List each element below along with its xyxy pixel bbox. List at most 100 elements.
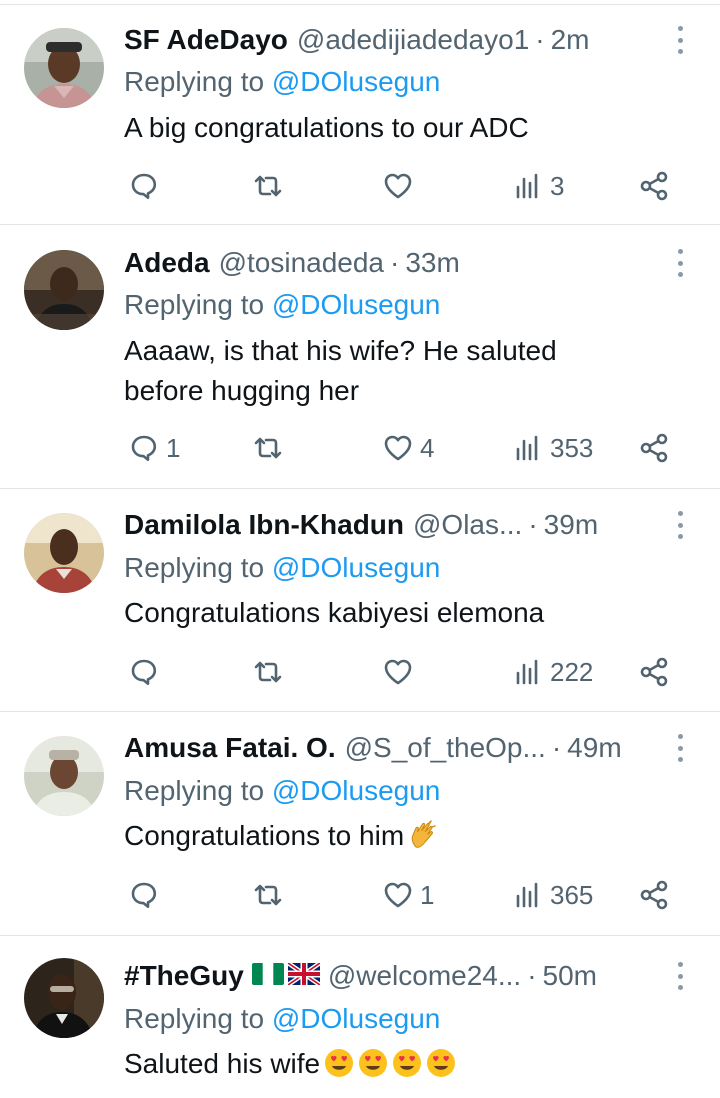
heart-eyes-emoji — [426, 1048, 456, 1078]
user-handle[interactable]: @S_of_theOp... — [345, 728, 546, 768]
share-button[interactable] — [638, 166, 670, 206]
avatar[interactable] — [24, 28, 104, 108]
like-count: 4 — [420, 432, 435, 463]
tweet-text-content: Congratulations to him — [124, 820, 405, 851]
bar-chart-icon — [512, 879, 544, 911]
share-nodes-icon — [638, 170, 670, 202]
timestamp[interactable]: 49m — [567, 728, 621, 768]
display-name[interactable]: Adeda — [124, 243, 210, 283]
user-handle[interactable]: @adedijiadedayo1 — [297, 20, 529, 60]
like-button[interactable] — [382, 166, 420, 206]
heart-icon — [382, 432, 414, 464]
replying-to: Replying to @DOlusegun — [124, 285, 440, 325]
action-bar: 1 4 353 — [124, 428, 684, 468]
reply-tweet[interactable]: Adeda @tosinadeda · 33m Replying to @DOl… — [0, 225, 720, 488]
tweet-text-content: A big congratulations to our ADC — [124, 112, 529, 143]
mention-link[interactable]: @DOlusegun — [272, 289, 441, 320]
replying-to-label: Replying to — [124, 66, 265, 97]
tweet-text: Aaaaw, is that his wife? He saluted befo… — [124, 331, 614, 411]
display-name[interactable]: #TheGuy — [124, 956, 244, 996]
tweet-header: SF AdeDayo @adedijiadedayo1 · 2m — [124, 20, 650, 60]
user-handle[interactable]: @Olas... — [413, 505, 522, 545]
share-nodes-icon — [638, 656, 670, 688]
user-handle[interactable]: @welcome24... — [328, 956, 521, 996]
mention-link[interactable]: @DOlusegun — [272, 66, 441, 97]
timestamp[interactable]: 50m — [543, 956, 597, 996]
more-options-icon[interactable] — [670, 245, 690, 281]
bar-chart-icon — [512, 432, 544, 464]
reply-tweet[interactable]: #TheGuy @welcome24... · 50m Replying to … — [0, 936, 720, 1098]
nigeria-flag-emoji — [251, 956, 284, 996]
reply-tweet[interactable]: Amusa Fatai. O. @S_of_theOp... · 49m Rep… — [0, 712, 720, 935]
tweet-text-content: Congratulations kabiyesi elemona — [124, 597, 545, 628]
more-options-icon[interactable] — [670, 958, 690, 994]
heart-eyes-emoji — [324, 1048, 354, 1078]
replying-to: Replying to @DOlusegun — [124, 999, 440, 1039]
more-options-icon[interactable] — [670, 507, 690, 543]
like-count: 1 — [420, 879, 435, 910]
more-options-icon[interactable] — [670, 730, 690, 766]
reply-tweet[interactable]: SF AdeDayo @adedijiadedayo1 · 2m Replyin… — [0, 0, 720, 224]
tweet-text-content: Saluted his wife — [124, 1048, 321, 1079]
separator-dot: · — [535, 24, 545, 55]
more-options-icon[interactable] — [670, 22, 690, 58]
timestamp[interactable]: 2m — [551, 20, 590, 60]
tweet-header: Adeda @tosinadeda · 33m — [124, 243, 650, 283]
timestamp[interactable]: 33m — [405, 243, 459, 283]
like-button[interactable]: 4 — [382, 428, 434, 468]
share-button[interactable] — [638, 428, 670, 468]
views-button[interactable]: 3 — [512, 166, 564, 206]
tweet-text: A big congratulations to our ADC — [124, 108, 644, 148]
separator-dot: · — [390, 247, 400, 278]
timestamp[interactable]: 39m — [544, 505, 598, 545]
display-name[interactable]: Damilola Ibn-Khadun — [124, 505, 404, 545]
separator-dot: · — [528, 509, 538, 540]
reply-icon — [128, 432, 160, 464]
retweet-icon — [252, 170, 284, 202]
uk-flag-emoji — [286, 956, 322, 996]
mention-link[interactable]: @DOlusegun — [272, 775, 441, 806]
views-button[interactable]: 353 — [512, 428, 593, 468]
like-button[interactable]: 1 — [382, 875, 434, 915]
share-button[interactable] — [638, 875, 670, 915]
mention-link[interactable]: @DOlusegun — [272, 1003, 441, 1034]
retweet-button[interactable] — [252, 428, 290, 468]
reply-button[interactable] — [128, 166, 166, 206]
views-button[interactable]: 222 — [512, 652, 593, 692]
display-name[interactable]: Amusa Fatai. O. — [124, 728, 336, 768]
like-button[interactable] — [382, 652, 420, 692]
mention-link[interactable]: @DOlusegun — [272, 552, 441, 583]
tweet-text: Saluted his wife — [124, 1044, 644, 1084]
avatar[interactable] — [24, 736, 104, 816]
replying-to-label: Replying to — [124, 1003, 265, 1034]
retweet-button[interactable] — [252, 652, 290, 692]
bar-chart-icon — [512, 170, 544, 202]
reply-icon — [128, 656, 160, 688]
user-handle[interactable]: @tosinadeda — [219, 243, 384, 283]
reply-icon — [128, 879, 160, 911]
avatar[interactable] — [24, 958, 104, 1038]
avatar[interactable] — [24, 250, 104, 330]
heart-eyes-emoji — [392, 1048, 422, 1078]
reply-button[interactable] — [128, 652, 166, 692]
separator-dot: · — [551, 732, 562, 763]
heart-icon — [382, 879, 414, 911]
reply-button[interactable]: 1 — [128, 428, 180, 468]
display-name[interactable]: SF AdeDayo — [124, 20, 288, 60]
tweet-header: Amusa Fatai. O. @S_of_theOp... · 49m — [124, 728, 650, 768]
name-flags — [251, 956, 322, 996]
reply-tweet[interactable]: Damilola Ibn-Khadun @Olas... · 39m Reply… — [0, 489, 720, 711]
reply-button[interactable] — [128, 875, 166, 915]
views-button[interactable]: 365 — [512, 875, 593, 915]
clapping-hands-emoji — [408, 820, 438, 850]
view-count: 353 — [550, 432, 594, 463]
replying-to-label: Replying to — [124, 552, 265, 583]
share-button[interactable] — [638, 652, 670, 692]
replying-to: Replying to @DOlusegun — [124, 771, 440, 811]
retweet-button[interactable] — [252, 875, 290, 915]
avatar[interactable] — [24, 513, 104, 593]
share-nodes-icon — [638, 879, 670, 911]
action-bar: 3 — [124, 166, 684, 206]
action-bar: 1 365 — [124, 875, 684, 915]
retweet-button[interactable] — [252, 166, 290, 206]
